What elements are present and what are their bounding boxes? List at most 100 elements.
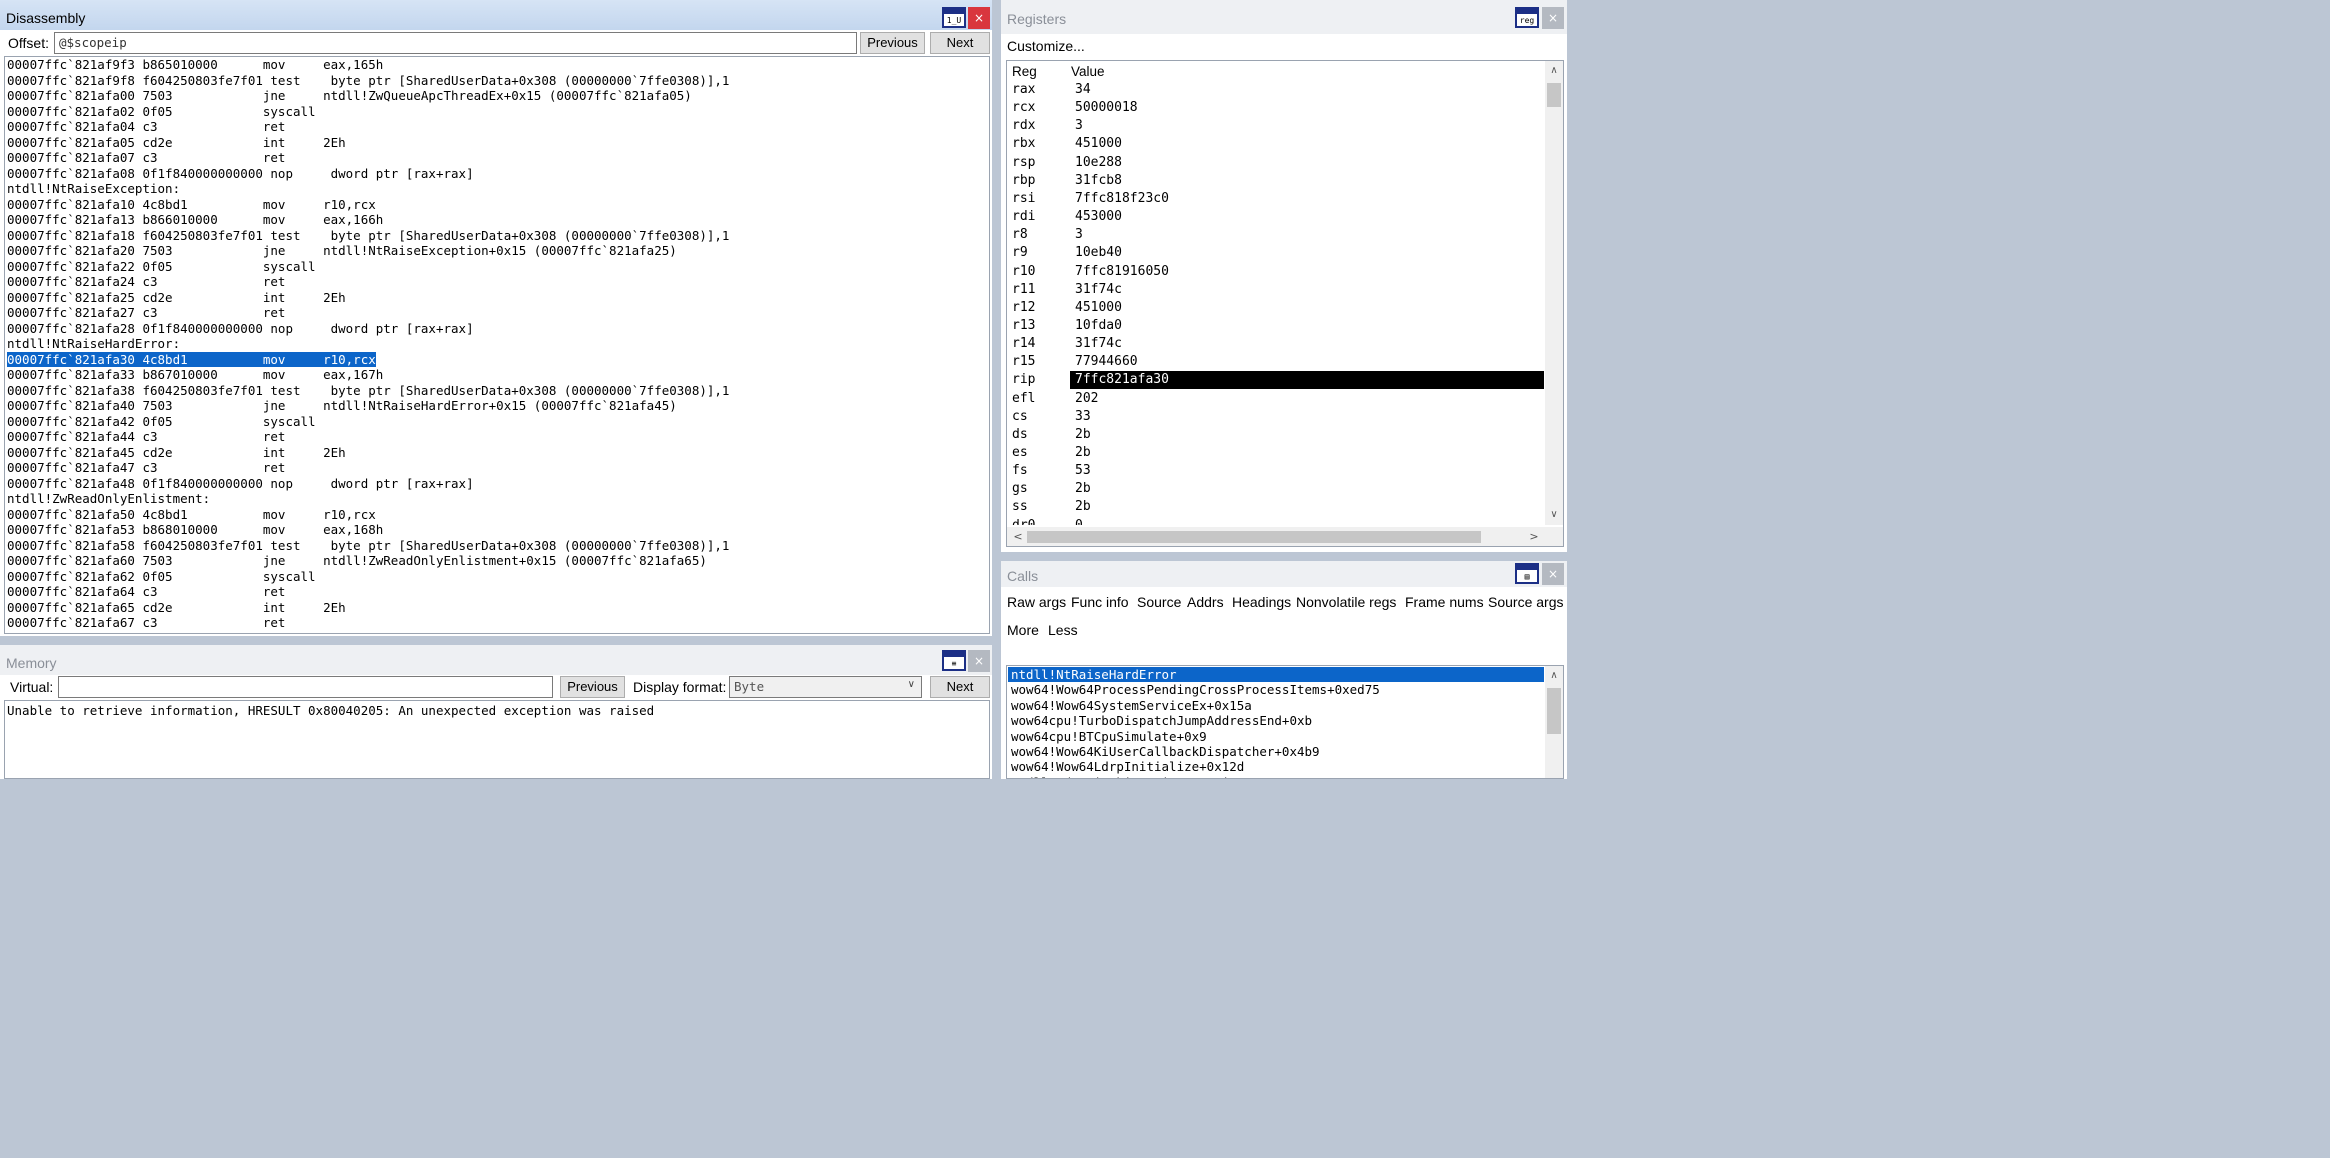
register-row[interactable]: rbx 451000	[1007, 135, 1544, 153]
disassembly-line[interactable]: 00007ffc`821afa18 f604250803fe7f01 test …	[7, 228, 987, 244]
memory-titlebar[interactable]: Memory ≡ ×	[0, 645, 992, 675]
register-value[interactable]: 7ffc821afa30	[1070, 371, 1544, 390]
call-frame[interactable]: wow64cpu!BTCpuSimulate+0x9	[1008, 729, 1544, 744]
calls-option-raw-args[interactable]: Raw args	[1007, 594, 1066, 610]
register-value[interactable]: 77944660	[1070, 353, 1544, 371]
registers-scroll-thumb[interactable]	[1547, 83, 1561, 107]
register-row[interactable]: rcx 50000018	[1007, 99, 1544, 117]
register-row[interactable]: ds 2b	[1007, 426, 1544, 444]
disassembly-line[interactable]: 00007ffc`821afa28 0f1f840000000000 nop d…	[7, 321, 987, 337]
registers-close-icon[interactable]: ×	[1542, 7, 1564, 29]
register-row[interactable]: gs 2b	[1007, 480, 1544, 498]
register-row[interactable]: rdi 453000	[1007, 208, 1544, 226]
disassembly-line[interactable]: 00007ffc`821afa45 cd2e int 2Eh	[7, 445, 987, 461]
disassembly-window-icon[interactable]: 1_U	[942, 7, 966, 28]
registers-h-scroll-thumb[interactable]	[1027, 531, 1481, 543]
register-value[interactable]: 31f74c	[1070, 335, 1544, 353]
disassembly-next-button[interactable]: Next	[930, 32, 990, 54]
register-row[interactable]: r10 7ffc81916050	[1007, 263, 1544, 281]
register-row[interactable]: r13 10fda0	[1007, 317, 1544, 335]
calls-vertical-scrollbar[interactable]: ∧	[1545, 666, 1563, 778]
registers-vertical-scrollbar[interactable]: ∧ ∨	[1545, 61, 1563, 525]
disassembly-line[interactable]: 00007ffc`821afa22 0f05 syscall	[7, 259, 987, 275]
disassembly-previous-button[interactable]: Previous	[860, 32, 925, 54]
register-value[interactable]: 453000	[1070, 208, 1544, 226]
register-row[interactable]: fs 53	[1007, 462, 1544, 480]
register-value[interactable]: 33	[1070, 408, 1544, 426]
disassembly-line[interactable]: 00007ffc`821afa00 7503 jne ntdll!ZwQueue…	[7, 88, 987, 104]
disassembly-line[interactable]: 00007ffc`821afa08 0f1f840000000000 nop d…	[7, 166, 987, 182]
register-value[interactable]: 2b	[1070, 444, 1544, 462]
disassembly-line[interactable]: 00007ffc`821afa67 c3 ret	[7, 615, 987, 631]
calls-option-addrs[interactable]: Addrs	[1187, 594, 1224, 610]
register-value[interactable]: 53	[1070, 462, 1544, 480]
register-row[interactable]: rsp 10e288	[1007, 154, 1544, 172]
calls-scroll-up-icon[interactable]: ∧	[1545, 668, 1563, 684]
virtual-address-input[interactable]	[58, 676, 553, 698]
register-value[interactable]: 3	[1070, 226, 1544, 244]
calls-option-frame-nums[interactable]: Frame nums	[1405, 594, 1484, 610]
disassembly-line[interactable]: 00007ffc`821afa60 7503 jne ntdll!ZwReadO…	[7, 553, 987, 569]
disassembly-line[interactable]: 00007ffc`821afa64 c3 ret	[7, 584, 987, 600]
scroll-up-icon[interactable]: ∧	[1545, 63, 1563, 79]
register-value[interactable]: 34	[1070, 81, 1544, 99]
calls-option-func-info[interactable]: Func info	[1071, 594, 1129, 610]
disassembly-line[interactable]: 00007ffc`821afa13 b866010000 mov eax,166…	[7, 212, 987, 228]
offset-input[interactable]: @$scopeip	[54, 32, 857, 54]
disassembly-line[interactable]: 00007ffc`821afa58 f604250803fe7f01 test …	[7, 538, 987, 554]
disassembly-line[interactable]: 00007ffc`821afa20 7503 jne ntdll!NtRaise…	[7, 243, 987, 259]
register-value[interactable]: 31f74c	[1070, 281, 1544, 299]
disassembly-line[interactable]: 00007ffc`821af9f8 f604250803fe7f01 test …	[7, 73, 987, 89]
calls-less-link[interactable]: Less	[1048, 622, 1078, 638]
disassembly-line[interactable]: 00007ffc`821afa65 cd2e int 2Eh	[7, 600, 987, 616]
calls-option-nonvolatile-regs[interactable]: Nonvolatile regs	[1296, 594, 1396, 610]
register-row[interactable]: r11 31f74c	[1007, 281, 1544, 299]
register-row[interactable]: r9 10eb40	[1007, 244, 1544, 262]
disassembly-line[interactable]: 00007ffc`821afa53 b868010000 mov eax,168…	[7, 522, 987, 538]
memory-close-icon[interactable]: ×	[968, 650, 990, 672]
scroll-left-icon[interactable]: <	[1009, 527, 1027, 546]
disassembly-symbol-label[interactable]: ntdll!NtRaiseException:	[7, 181, 987, 197]
memory-window-icon[interactable]: ≡	[942, 650, 966, 671]
disassembly-line[interactable]: 00007ffc`821afa27 c3 ret	[7, 305, 987, 321]
call-frame[interactable]: ntdll!NtRaiseHardError	[1008, 667, 1544, 683]
registers-window-icon[interactable]: reg	[1515, 7, 1539, 28]
register-row[interactable]: rax 34	[1007, 81, 1544, 99]
register-value[interactable]: 10fda0	[1070, 317, 1544, 335]
memory-next-button[interactable]: Next	[930, 676, 990, 698]
register-value[interactable]: 451000	[1070, 299, 1544, 317]
registers-titlebar[interactable]: Registers reg ×	[1001, 0, 1567, 34]
scroll-right-icon[interactable]: >	[1525, 527, 1543, 546]
register-value[interactable]: 202	[1070, 390, 1544, 408]
disassembly-titlebar[interactable]: Disassembly 1_U ×	[0, 0, 992, 30]
register-value[interactable]: 10eb40	[1070, 244, 1544, 262]
call-frame[interactable]: wow64!Wow64KiUserCallbackDispatcher+0x4b…	[1008, 744, 1544, 759]
register-row[interactable]: dr0 0	[1007, 517, 1544, 525]
disassembly-line[interactable]: 00007ffc`821afa30 4c8bd1 mov r10,rcx	[7, 351, 987, 368]
register-row[interactable]: r8 3	[1007, 226, 1544, 244]
disassembly-line[interactable]: 00007ffc`821afa25 cd2e int 2Eh	[7, 290, 987, 306]
disassembly-line[interactable]: 00007ffc`821afa38 f604250803fe7f01 test …	[7, 383, 987, 399]
calls-option-headings[interactable]: Headings	[1232, 594, 1291, 610]
disassembly-line[interactable]: 00007ffc`821afa04 c3 ret	[7, 119, 987, 135]
register-row[interactable]: r15 77944660	[1007, 353, 1544, 371]
call-frame[interactable]: wow64!Wow64ProcessPendingCrossProcessIte…	[1008, 682, 1544, 697]
disassembly-line[interactable]: 00007ffc`821afa40 7503 jne ntdll!NtRaise…	[7, 398, 987, 414]
register-row[interactable]: rdx 3	[1007, 117, 1544, 135]
call-stack-list[interactable]: ntdll!NtRaiseHardError wow64!Wow64Process…	[1006, 665, 1564, 779]
calls-window-icon[interactable]: ▤	[1515, 563, 1539, 584]
register-row[interactable]: r14 31f74c	[1007, 335, 1544, 353]
calls-option-source-args[interactable]: Source args	[1488, 594, 1563, 610]
disassembly-line[interactable]: 00007ffc`821afa33 b867010000 mov eax,167…	[7, 367, 987, 383]
customize-link[interactable]: Customize...	[1007, 38, 1085, 54]
value-column-header[interactable]: Value	[1071, 64, 1105, 79]
call-frame[interactable]: wow64cpu!TurboDispatchJumpAddressEnd+0xb	[1008, 713, 1544, 728]
disassembly-line[interactable]: 00007ffc`821afa62 0f05 syscall	[7, 569, 987, 585]
register-value[interactable]: 0	[1070, 517, 1544, 525]
calls-scroll-thumb[interactable]	[1547, 688, 1561, 734]
register-row[interactable]: es 2b	[1007, 444, 1544, 462]
disassembly-line[interactable]: 00007ffc`821afa07 c3 ret	[7, 150, 987, 166]
register-row[interactable]: rip 7ffc821afa30	[1007, 371, 1544, 390]
register-row[interactable]: rbp 31fcb8	[1007, 172, 1544, 190]
register-value[interactable]: 2b	[1070, 426, 1544, 444]
